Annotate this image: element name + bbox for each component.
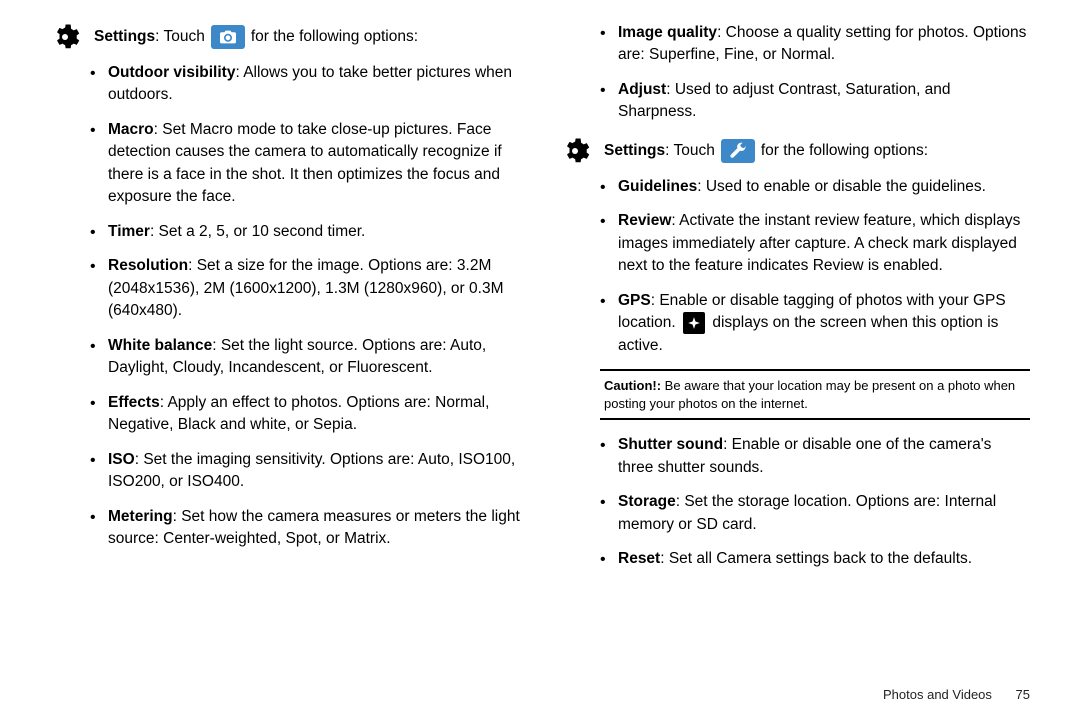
gps-tag-icon xyxy=(683,312,705,334)
list-item: Guidelines: Used to enable or disable th… xyxy=(600,176,1030,198)
right-mid-bullet-list: Guidelines: Used to enable or disable th… xyxy=(600,176,1030,278)
right-top-bullet-list: Image quality: Choose a quality setting … xyxy=(600,22,1030,124)
item-label: Reset xyxy=(618,550,660,567)
item-label: ISO xyxy=(108,451,135,468)
gps-bullet: GPS: Enable or disable tagging of photos… xyxy=(600,290,1030,358)
left-bullet-list: Outdoor visibility: Allows you to take b… xyxy=(90,62,520,550)
item-label: Outdoor visibility xyxy=(108,64,235,81)
page-number: 75 xyxy=(1016,687,1030,702)
item-text: : Set Macro mode to take close-up pictur… xyxy=(108,121,502,205)
right-low-bullet-list: Shutter sound: Enable or disable one of … xyxy=(600,434,1030,570)
item-text: : Set a 2, 5, or 10 second timer. xyxy=(150,223,365,240)
item-text: : Set all Camera settings back to the de… xyxy=(660,550,972,567)
gear-icon xyxy=(560,136,590,166)
settings-intro-line-2: Settings: Touch for the following option… xyxy=(600,136,1030,166)
item-text: : Used to enable or disable the guidelin… xyxy=(697,178,986,195)
list-item: Shutter sound: Enable or disable one of … xyxy=(600,434,1030,479)
item-label: Guidelines xyxy=(618,178,697,195)
item-text: : Apply an effect to photos. Options are… xyxy=(108,394,489,433)
list-item: Macro: Set Macro mode to take close-up p… xyxy=(90,119,520,209)
item-label: Storage xyxy=(618,493,676,510)
intro-tail: for the following options: xyxy=(251,26,418,48)
list-item: Storage: Set the storage location. Optio… xyxy=(600,491,1030,536)
right-column: Image quality: Choose a quality setting … xyxy=(560,22,1030,583)
item-label: Review xyxy=(618,212,671,229)
section-title: Photos and Videos xyxy=(883,687,992,702)
item-text: : Set the storage location. Options are:… xyxy=(618,493,996,532)
item-label: Resolution xyxy=(108,257,188,274)
camera-icon xyxy=(211,25,245,49)
caution-text: Be aware that your location may be prese… xyxy=(604,378,1015,411)
list-item: Resolution: Set a size for the image. Op… xyxy=(90,255,520,322)
item-label: Timer xyxy=(108,223,150,240)
item-label: White balance xyxy=(108,337,212,354)
list-item: Reset: Set all Camera settings back to t… xyxy=(600,548,1030,570)
page-footer: Photos and Videos 75 xyxy=(883,687,1030,702)
list-item: Image quality: Choose a quality setting … xyxy=(600,22,1030,67)
intro-tail: for the following options: xyxy=(761,140,928,162)
intro-sep: : Touch xyxy=(155,28,205,45)
gear-icon xyxy=(50,22,80,52)
item-label: Metering xyxy=(108,508,173,525)
list-item: ISO: Set the imaging sensitivity. Option… xyxy=(90,449,520,494)
list-item: Adjust: Used to adjust Contrast, Saturat… xyxy=(600,79,1030,124)
list-item: Effects: Apply an effect to photos. Opti… xyxy=(90,392,520,437)
left-column: Settings: Touch for the following option… xyxy=(50,22,520,583)
item-label: GPS xyxy=(618,292,651,309)
caution-block: Caution!: Be aware that your location ma… xyxy=(600,369,1030,420)
item-label: Adjust xyxy=(618,81,666,98)
item-label: Macro xyxy=(108,121,154,138)
item-text: : Used to adjust Contrast, Saturation, a… xyxy=(618,81,951,120)
list-item: Metering: Set how the camera measures or… xyxy=(90,506,520,551)
intro-sep: : Touch xyxy=(665,142,715,159)
item-label: Shutter sound xyxy=(618,436,723,453)
two-column-layout: Settings: Touch for the following option… xyxy=(0,0,1080,583)
settings-intro-line: Settings: Touch for the following option… xyxy=(90,22,520,52)
list-item: White balance: Set the light source. Opt… xyxy=(90,335,520,380)
item-label: Image quality xyxy=(618,24,717,41)
settings-label: Settings xyxy=(604,142,665,159)
list-item: Review: Activate the instant review feat… xyxy=(600,210,1030,277)
list-item: GPS: Enable or disable tagging of photos… xyxy=(600,290,1030,358)
settings-label: Settings xyxy=(94,28,155,45)
caution-label: Caution!: xyxy=(604,378,661,393)
list-item: Timer: Set a 2, 5, or 10 second timer. xyxy=(90,221,520,243)
item-label: Effects xyxy=(108,394,160,411)
item-text: : Activate the instant review feature, w… xyxy=(618,212,1020,274)
wrench-icon xyxy=(721,139,755,163)
item-text: : Set the imaging sensitivity. Options a… xyxy=(108,451,515,490)
list-item: Outdoor visibility: Allows you to take b… xyxy=(90,62,520,107)
manual-page: Settings: Touch for the following option… xyxy=(0,0,1080,720)
